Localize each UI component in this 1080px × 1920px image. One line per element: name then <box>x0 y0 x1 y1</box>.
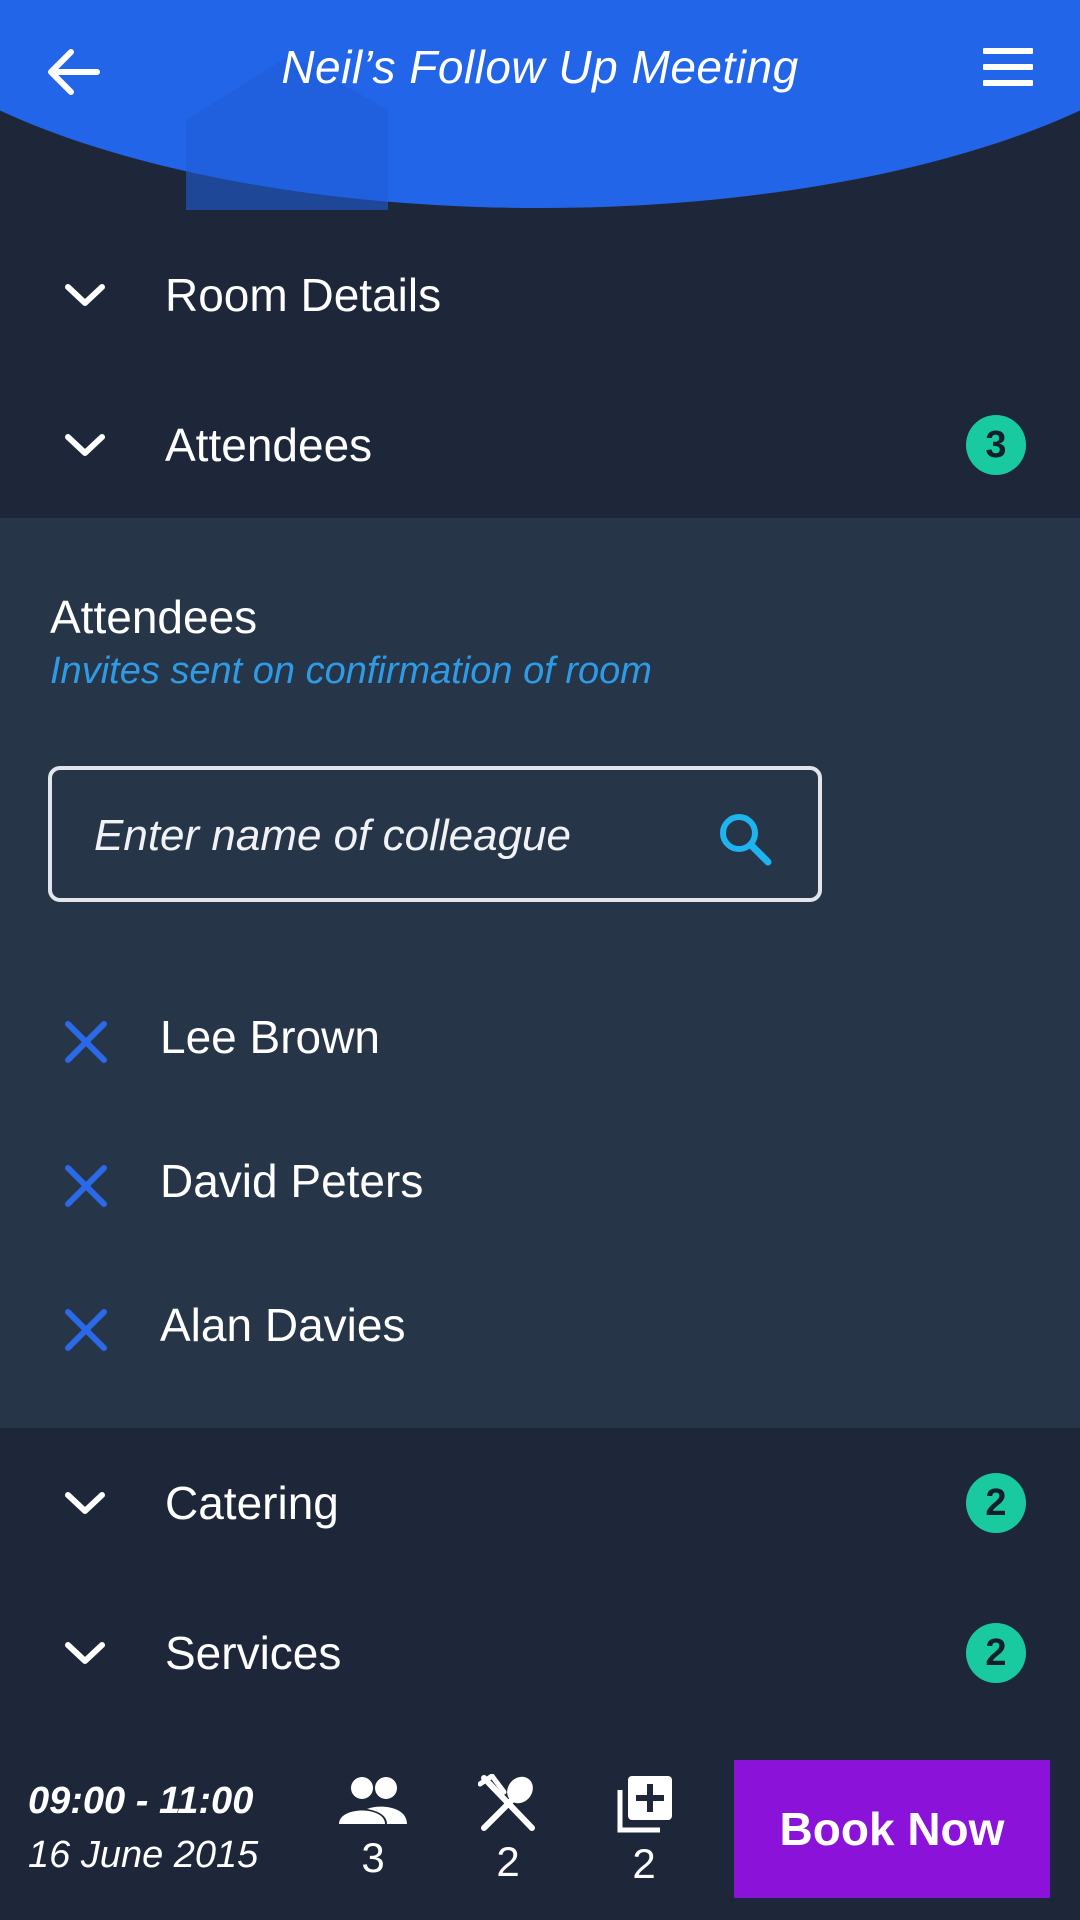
catering-count: 2 <box>496 1838 520 1885</box>
hamburger-menu-icon[interactable] <box>980 48 1036 96</box>
attendee-name: Lee Brown <box>160 1011 380 1063</box>
booking-footer: 09:00 - 11:00 16 June 2015 3 2 2 Book No… <box>0 1740 1080 1920</box>
booking-date: 16 June 2015 <box>28 1834 259 1876</box>
page-title: Neil’s Follow Up Meeting <box>281 41 799 93</box>
attendee-summary: 3 <box>323 1774 423 1882</box>
services-count: 2 <box>632 1840 656 1887</box>
colleague-search-input[interactable] <box>92 800 676 872</box>
chevron-down-icon <box>65 1642 105 1664</box>
count-badge: 3 <box>966 415 1026 475</box>
close-icon[interactable] <box>62 1162 110 1210</box>
chevron-down-icon <box>65 1492 105 1514</box>
panel-title: Attendees <box>50 591 258 643</box>
attendee-count: 3 <box>361 1834 385 1881</box>
header-background <box>0 0 1080 210</box>
attendee-item: David Peters <box>0 1130 1080 1240</box>
close-icon[interactable] <box>62 1018 110 1066</box>
people-icon <box>339 1777 407 1824</box>
catering-summary: 2 <box>458 1774 558 1886</box>
book-now-button[interactable]: Book Now <box>734 1760 1050 1898</box>
section-catering[interactable]: Catering 2 <box>0 1428 1080 1578</box>
attendee-item: Alan Davies <box>0 1274 1080 1384</box>
services-summary: 2 <box>594 1774 694 1888</box>
attendee-name: Alan Davies <box>160 1299 406 1351</box>
count-badge: 2 <box>966 1623 1026 1683</box>
attendee-name: David Peters <box>160 1155 424 1207</box>
add-service-icon <box>617 1776 672 1833</box>
section-services[interactable]: Services 2 <box>0 1578 1080 1728</box>
count-badge: 2 <box>966 1473 1026 1533</box>
chevron-down-icon <box>65 284 105 306</box>
search-icon[interactable] <box>716 810 776 870</box>
attendee-item: Lee Brown <box>0 986 1080 1096</box>
header: Neil’s Follow Up Meeting <box>0 0 1080 210</box>
section-room-details[interactable]: Room Details <box>0 220 1080 370</box>
close-icon[interactable] <box>62 1306 110 1354</box>
colleague-search-box <box>48 766 822 902</box>
section-label: Catering <box>165 1477 339 1529</box>
panel-subtitle: Invites sent on confirmation of room <box>50 650 652 692</box>
section-label: Attendees <box>165 419 373 471</box>
chevron-down-icon <box>65 434 105 456</box>
cutlery-icon <box>478 1774 535 1831</box>
section-label: Room Details <box>165 269 442 321</box>
booking-time: 09:00 - 11:00 <box>28 1780 254 1822</box>
attendees-panel: Attendees Invites sent on confirmation o… <box>0 518 1080 1428</box>
section-label: Services <box>165 1627 342 1679</box>
section-attendees[interactable]: Attendees 3 <box>0 370 1080 520</box>
